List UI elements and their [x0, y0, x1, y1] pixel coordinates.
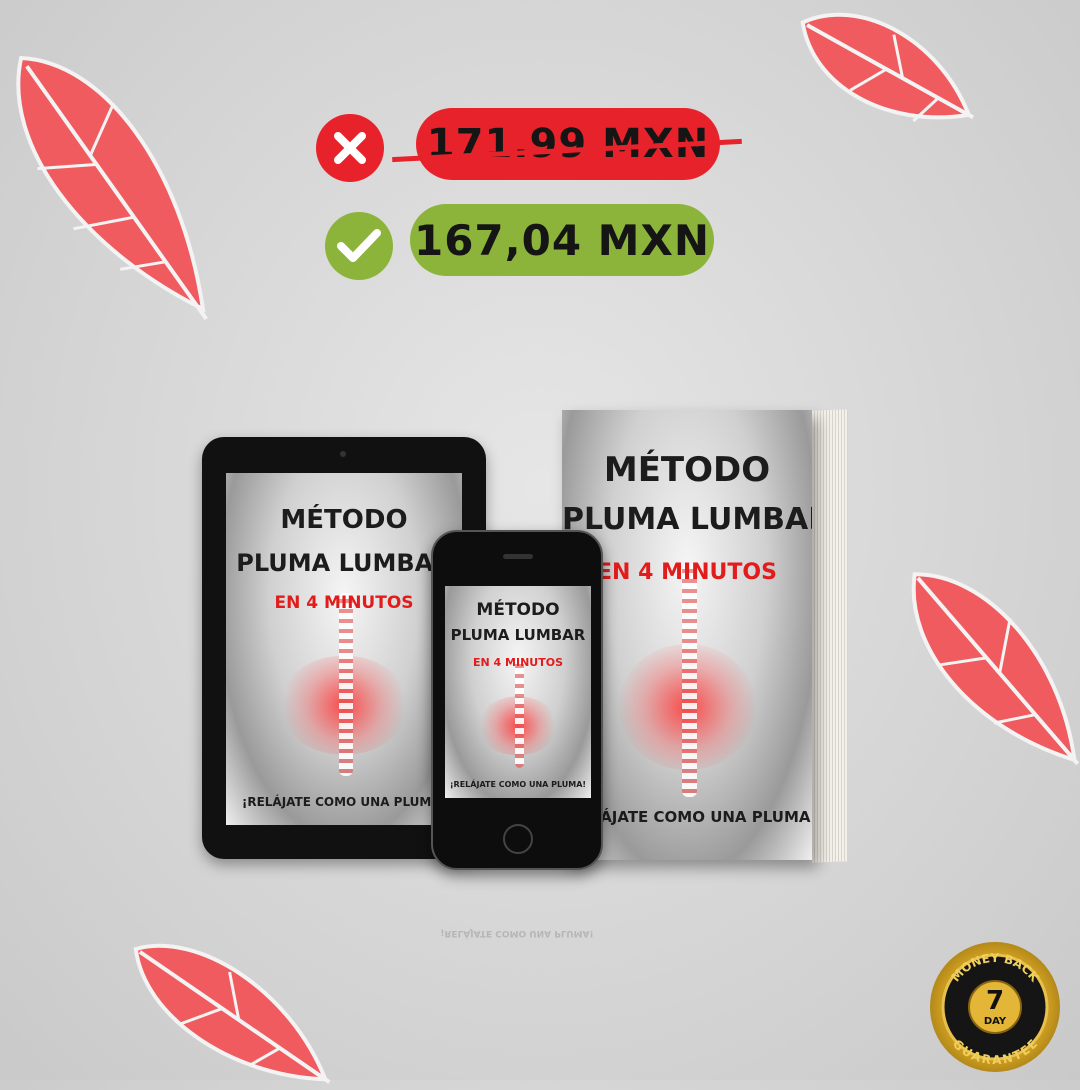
cover-title-line1: MÉTODO	[280, 505, 408, 535]
phone-cover: MÉTODO PLUMA LUMBAR EN 4 MINUTOS ¡RELÁJA…	[445, 586, 591, 798]
phone-mockup: MÉTODO PLUMA LUMBAR EN 4 MINUTOS ¡RELÁJA…	[431, 530, 603, 870]
cover-tagline: ¡RELÁJATE COMO UNA PLUMA!	[449, 780, 587, 789]
cover-title-line1: MÉTODO	[603, 450, 771, 490]
badge-number: 7	[986, 986, 1004, 1016]
reflection-tagline: ¡RELÁJATE COMO UNA PLUMA!	[440, 928, 594, 938]
feather-icon	[133, 943, 331, 1084]
feather-icon	[16, 55, 208, 321]
new-price: 167,04 MXN	[410, 204, 714, 276]
cover-title-line2: PLUMA LUMBAR	[236, 549, 452, 577]
x-icon	[316, 114, 384, 182]
cover-tagline: ¡RELÁJATE COMO UNA PLUMA!	[241, 795, 447, 809]
cover-title-line2: PLUMA LUMBAR	[450, 626, 586, 644]
book-pages	[812, 409, 848, 863]
feather-icon	[911, 572, 1080, 766]
tablet-cover: MÉTODO PLUMA LUMBAR EN 4 MINUTOS ¡RELÁJA…	[226, 473, 462, 825]
cover-title-line2: PLUMA LUMBAR	[562, 502, 812, 537]
feather-icon	[800, 12, 975, 123]
cover-subtitle: EN 4 MINUTOS	[274, 593, 414, 613]
check-icon	[325, 212, 393, 280]
cover-title-line1: MÉTODO	[476, 600, 560, 620]
home-button	[503, 824, 533, 854]
badge-unit: DAY	[984, 1016, 1007, 1027]
phone-reflection: ¡RELÁJATE COMO UNA PLUMA!	[431, 880, 603, 1000]
money-back-badge: MONEY BACK GUARANTEE 7 DAY	[930, 942, 1060, 1072]
cover-subtitle: EN 4 MINUTOS	[473, 656, 563, 669]
